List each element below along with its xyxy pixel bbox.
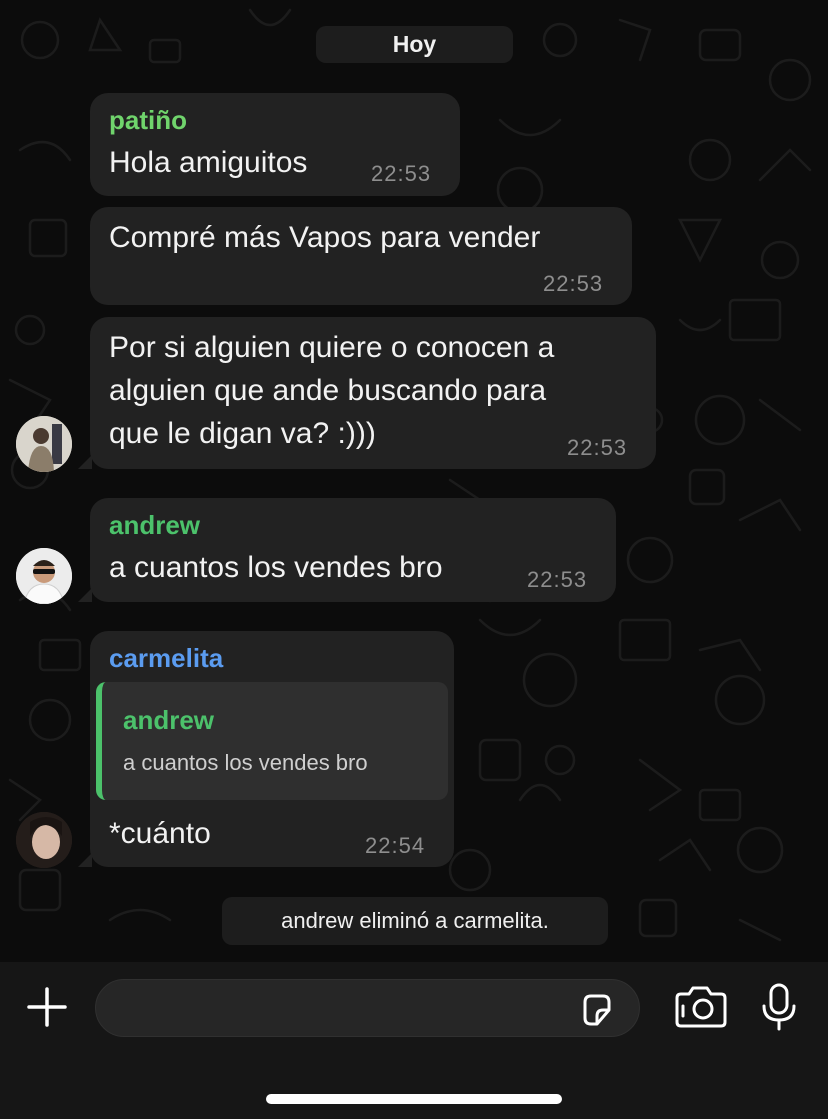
message-text: Hola amiguitos bbox=[109, 146, 308, 179]
message-text: Compré más Vapos para vender bbox=[109, 221, 541, 254]
avatar-andrew[interactable] bbox=[16, 548, 72, 604]
message-time: 22:54 bbox=[365, 833, 426, 858]
camera-button[interactable] bbox=[673, 984, 729, 1030]
sender-name[interactable]: andrew bbox=[109, 510, 200, 541]
date-label: Hoy bbox=[392, 31, 437, 57]
message-bubble[interactable]: andrew a cuantos los vendes bro 22:53 bbox=[90, 498, 616, 602]
message-input-field[interactable] bbox=[95, 979, 640, 1037]
camera-icon bbox=[675, 986, 727, 1028]
message-time: 22:53 bbox=[371, 161, 432, 186]
message-input[interactable] bbox=[116, 980, 576, 1036]
chat-area[interactable]: Hoy patiño Hola amiguitos 22:53 Compré m… bbox=[0, 0, 828, 962]
avatar-patino[interactable] bbox=[16, 416, 72, 472]
message-bubble[interactable]: carmelita andrew a cuantos los vendes br… bbox=[90, 631, 454, 867]
reply-quote[interactable]: andrew a cuantos los vendes bro bbox=[96, 682, 448, 800]
system-message-text: andrew eliminó a carmelita. bbox=[281, 908, 549, 933]
attach-button[interactable] bbox=[26, 986, 68, 1028]
sticker-icon bbox=[583, 994, 611, 1026]
bubble-tail bbox=[78, 588, 92, 602]
message-time: 22:53 bbox=[527, 567, 588, 592]
composer-bar bbox=[0, 962, 828, 1119]
avatar-carmelita[interactable] bbox=[16, 812, 72, 868]
bubble-tail bbox=[78, 853, 92, 867]
message-bubble[interactable]: Por si alguien quiere o conocen a alguie… bbox=[90, 317, 656, 469]
sender-name[interactable]: patiño bbox=[109, 105, 187, 136]
message-text-line: que le digan va? :))) bbox=[109, 417, 376, 450]
message-text-line: Por si alguien quiere o conocen a bbox=[109, 331, 555, 364]
plus-icon bbox=[27, 987, 67, 1027]
system-message: andrew eliminó a carmelita. bbox=[222, 897, 608, 945]
sticker-button[interactable] bbox=[579, 992, 615, 1028]
reply-text: a cuantos los vendes bro bbox=[123, 750, 368, 775]
reply-sender: andrew bbox=[123, 705, 215, 735]
message-bubble[interactable]: patiño Hola amiguitos 22:53 bbox=[90, 93, 460, 196]
message-text: a cuantos los vendes bro bbox=[109, 551, 443, 584]
message-text: *cuánto bbox=[109, 817, 211, 850]
home-indicator[interactable] bbox=[266, 1094, 562, 1104]
bubble-tail bbox=[78, 455, 92, 469]
message-time: 22:53 bbox=[543, 271, 604, 296]
microphone-button[interactable] bbox=[760, 982, 798, 1032]
message-bubble[interactable]: Compré más Vapos para vender 22:53 bbox=[90, 207, 632, 305]
sender-name[interactable]: carmelita bbox=[109, 643, 223, 674]
date-separator: Hoy bbox=[316, 26, 513, 63]
message-time: 22:53 bbox=[567, 435, 628, 460]
microphone-icon bbox=[762, 983, 796, 1031]
message-text-line: alguien que ande buscando para bbox=[109, 374, 547, 407]
